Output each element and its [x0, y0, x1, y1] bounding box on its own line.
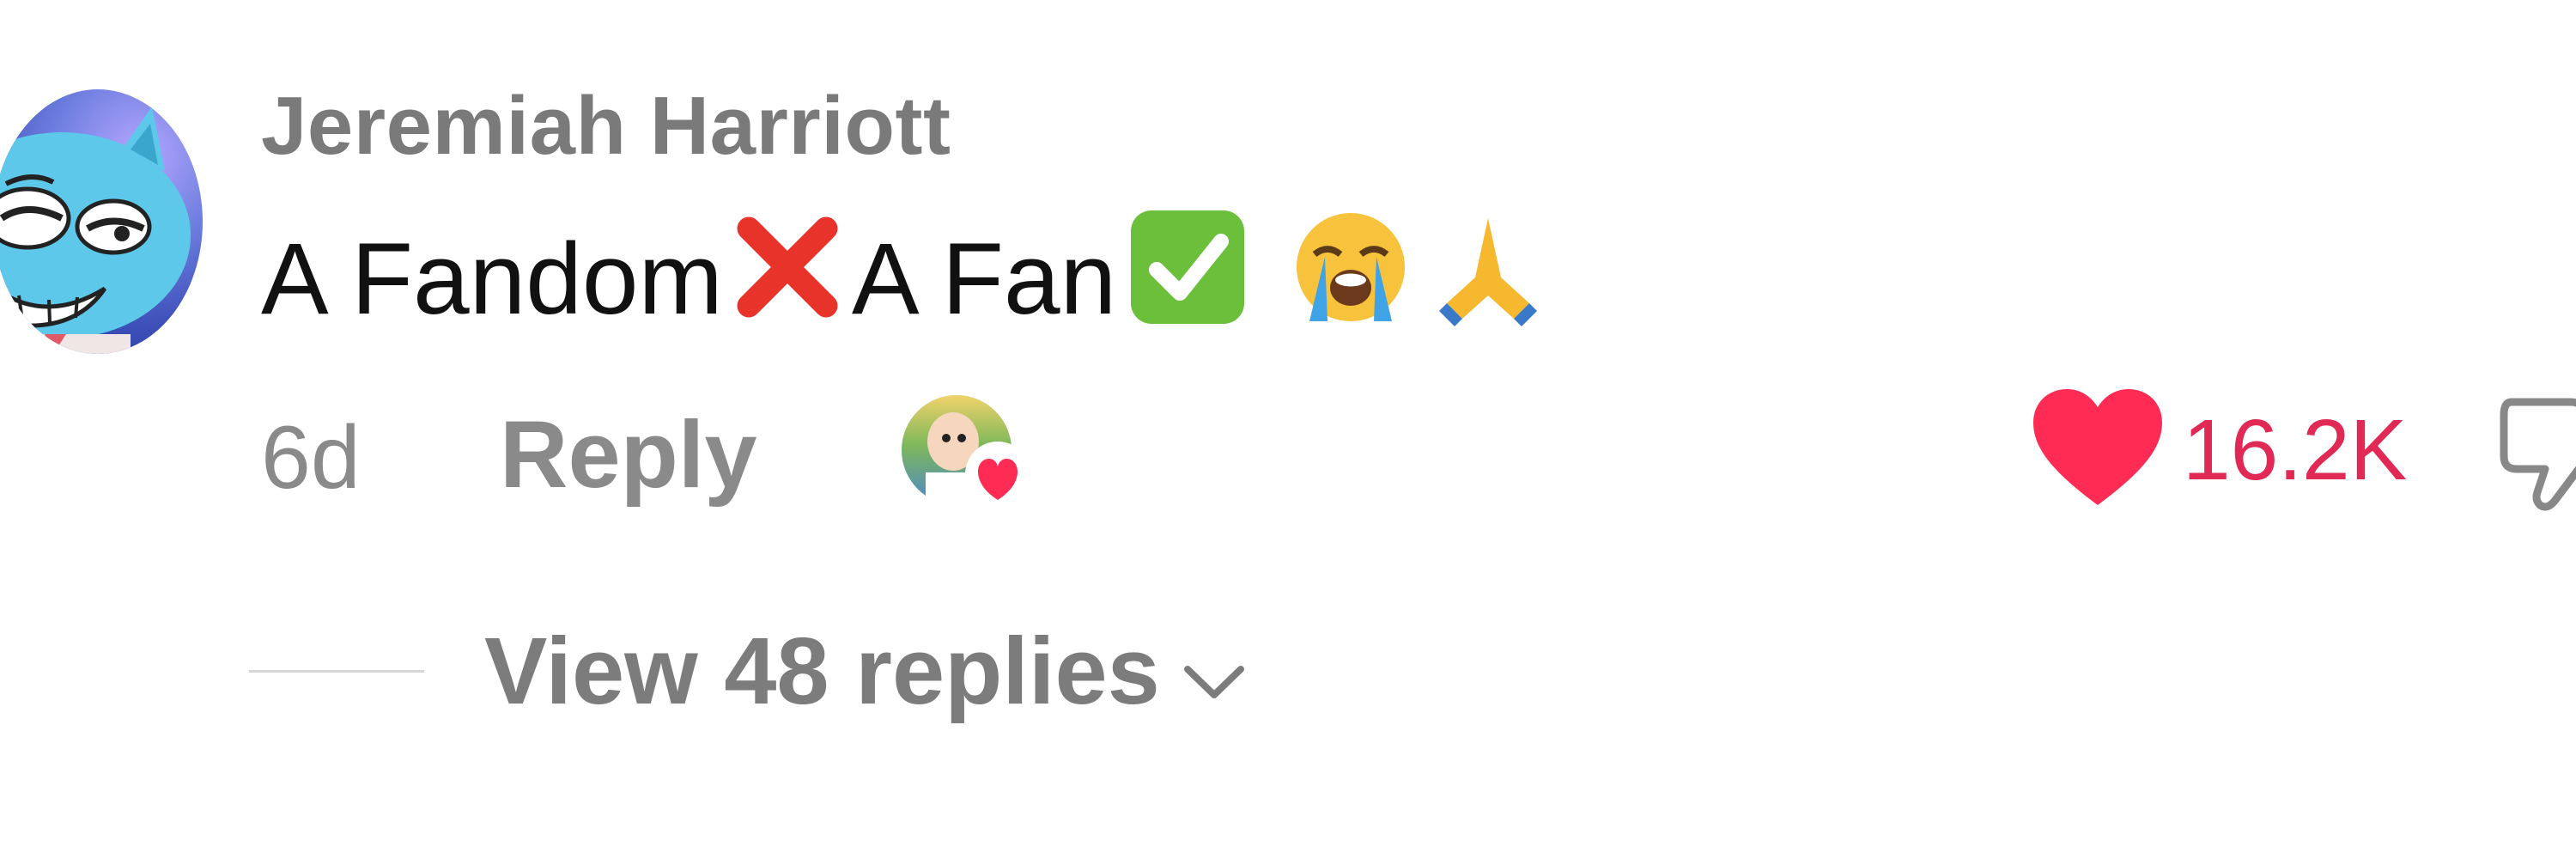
chevron-down-icon	[1182, 617, 1246, 726]
comment-username[interactable]: Jeremiah Harriott	[261, 79, 951, 174]
check-mark-icon	[1123, 203, 1252, 356]
like-button[interactable]: 16.2K	[2033, 388, 2407, 513]
heart-icon	[2033, 388, 2162, 513]
user-avatar[interactable]	[0, 89, 203, 354]
thumbs-down-icon[interactable]	[2499, 392, 2576, 521]
comment-text: A Fandom A Fan	[261, 203, 1552, 356]
reply-button[interactable]: Reply	[500, 400, 757, 509]
replies-divider	[249, 670, 424, 673]
view-replies-label: View 48 replies	[484, 618, 1160, 724]
comment-text-part2: A Fan	[851, 222, 1117, 336]
folded-hands-icon	[1424, 203, 1552, 356]
comment-timestamp: 6d	[261, 408, 361, 508]
like-count: 16.2K	[2183, 402, 2408, 498]
view-replies-button[interactable]: View 48 replies	[484, 617, 1246, 726]
crying-face-icon	[1286, 203, 1415, 356]
creator-liked-badge	[896, 388, 1034, 517]
comment-text-part1: A Fandom	[261, 222, 723, 336]
comment-item: Jeremiah Harriott A Fandom A Fan 6d Repl…	[0, 0, 2576, 859]
avatar-cartoon-image	[0, 107, 191, 354]
cross-mark-icon	[723, 203, 852, 356]
